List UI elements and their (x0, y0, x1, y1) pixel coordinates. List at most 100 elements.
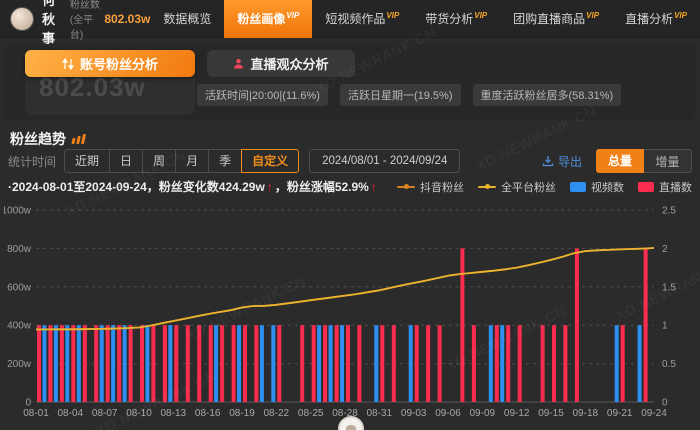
svg-text:08-13: 08-13 (161, 408, 187, 419)
date-range-picker[interactable]: 2024/08/01 - 2024/09/24 (309, 149, 460, 173)
increment-toggle-button[interactable]: 增量 (644, 149, 692, 173)
svg-text:08-22: 08-22 (264, 408, 290, 419)
account-name: 何秋事 (42, 0, 60, 47)
chart-legend: 抖音粉丝 全平台粉丝 视频数 直播数 (397, 179, 692, 195)
svg-text:09-12: 09-12 (504, 408, 530, 419)
live-audience-icon (233, 58, 244, 69)
nav-item-1[interactable]: 粉丝画像VIP (224, 0, 312, 38)
svg-text:08-10: 08-10 (126, 408, 152, 419)
time-range-label: 统计时间 (8, 153, 56, 170)
period-button-1[interactable]: 日 (109, 149, 143, 173)
period-button-3[interactable]: 月 (175, 149, 209, 173)
vip-badge: VIP (474, 11, 487, 20)
summary-separator: ， (275, 178, 287, 195)
fans-trend-chart: 1000w800w600w400w200w02.521.510.5008-010… (4, 196, 696, 430)
svg-text:08-16: 08-16 (195, 408, 221, 419)
svg-text:1: 1 (662, 321, 668, 332)
svg-text:0: 0 (662, 398, 668, 409)
vip-badge: VIP (674, 11, 687, 20)
nav-item-3[interactable]: 带货分析VIP (412, 0, 500, 38)
legend-line-swatch (478, 186, 496, 188)
total-increment-toggle: 总量 增量 (596, 149, 692, 173)
download-icon (542, 155, 554, 167)
legend-bar-swatch (570, 182, 586, 192)
tab-live-audience-analysis[interactable]: 直播观众分析 (207, 50, 355, 77)
svg-text:09-03: 09-03 (401, 408, 427, 419)
svg-text:1000w: 1000w (4, 206, 32, 217)
total-toggle-button[interactable]: 总量 (596, 149, 644, 173)
svg-text:0: 0 (25, 398, 31, 409)
svg-text:08-31: 08-31 (367, 408, 393, 419)
svg-text:08-01: 08-01 (23, 408, 49, 419)
legend-label: 视频数 (591, 179, 624, 195)
svg-text:200w: 200w (7, 359, 32, 370)
svg-text:08-07: 08-07 (92, 408, 118, 419)
legend-label: 抖音粉丝 (420, 179, 464, 195)
period-button-5[interactable]: 自定义 (241, 149, 299, 173)
summary-change: 粉丝变化数424.29w (159, 178, 265, 195)
legend-line-swatch (397, 186, 415, 188)
legend-item-1[interactable]: 全平台粉丝 (478, 179, 556, 195)
legend-label: 全平台粉丝 (501, 179, 556, 195)
legend-item-0[interactable]: 抖音粉丝 (397, 179, 464, 195)
export-label: 导出 (558, 153, 582, 170)
vip-badge: VIP (286, 11, 299, 20)
svg-text:2: 2 (662, 244, 668, 255)
svg-text:09-15: 09-15 (538, 408, 564, 419)
nav-item-0[interactable]: 数据概览 (150, 0, 224, 38)
y-axis-right-labels: 2.5 2 1.5 1 0.5 0 (662, 206, 676, 409)
export-button[interactable]: 导出 (542, 153, 582, 170)
account-avatar[interactable] (10, 7, 34, 31)
fan-analysis-icon (62, 58, 74, 70)
period-button-0[interactable]: 近期 (64, 149, 110, 173)
trend-summary: ·2024-08-01至2024-09-24， 粉丝变化数424.29w ↑ ，… (8, 178, 379, 195)
svg-text:2.5: 2.5 (662, 206, 676, 217)
svg-text:08-25: 08-25 (298, 408, 324, 419)
svg-text:1.5: 1.5 (662, 282, 676, 293)
activity-badge-0: 活跃时间|20:00|(11.6%) (197, 84, 328, 106)
summary-rate: 粉丝涨幅52.9% (287, 178, 369, 195)
legend-bar-swatch (638, 182, 654, 192)
all-platform-fans-line (36, 248, 654, 330)
vip-badge: VIP (586, 11, 599, 20)
svg-text:0.5: 0.5 (662, 359, 676, 370)
svg-text:400w: 400w (7, 321, 32, 332)
summary-range: ·2024-08-01至2024-09-24， (8, 178, 159, 195)
trend-hot-icon (72, 134, 85, 144)
tab-account-fans-label: 账号粉丝分析 (80, 54, 158, 73)
vip-badge: VIP (386, 11, 399, 20)
main-nav: 数据概览粉丝画像VIP短视频作品VIP带货分析VIP团购直播商品VIP直播分析V… (150, 0, 700, 38)
legend-label: 直播数 (659, 179, 692, 195)
svg-text:800w: 800w (7, 244, 32, 255)
trend-controls: 统计时间 近期日周月季自定义 2024/08/01 - 2024/09/24 导… (8, 148, 692, 174)
svg-text:09-06: 09-06 (435, 408, 461, 419)
svg-text:09-09: 09-09 (470, 408, 496, 419)
svg-text:09-24: 09-24 (641, 408, 667, 419)
douyin-fans-line (36, 248, 654, 330)
svg-text:600w: 600w (7, 282, 32, 293)
period-button-2[interactable]: 周 (142, 149, 176, 173)
svg-text:08-04: 08-04 (58, 408, 84, 419)
svg-text:08-19: 08-19 (229, 408, 255, 419)
top-nav-bar: 何秋事 粉丝数(全平台) 802.03w 数据概览粉丝画像VIP短视频作品VIP… (0, 0, 700, 38)
up-arrow-icon: ↑ (267, 180, 273, 194)
nav-item-5[interactable]: 直播分析VIP (612, 0, 700, 38)
svg-text:09-21: 09-21 (607, 408, 633, 419)
tab-live-audience-label: 直播观众分析 (250, 54, 328, 73)
fans-total-label: 粉丝数(全平台) (70, 0, 100, 41)
legend-item-3[interactable]: 直播数 (638, 179, 692, 195)
activity-badge-1: 活跃日星期一(19.5%) (340, 84, 461, 106)
fans-total-value: 802.03w (104, 12, 150, 26)
period-button-group: 近期日周月季自定义 (64, 149, 299, 173)
nav-item-4[interactable]: 团购直播商品VIP (500, 0, 612, 38)
period-button-4[interactable]: 季 (208, 149, 242, 173)
activity-badge-2: 重度活跃粉丝居多(58.31%) (473, 84, 622, 106)
legend-item-2[interactable]: 视频数 (570, 179, 624, 195)
activity-row: 活跃情况 活跃时间|20:00|(11.6%)活跃日星期一(19.5%)重度活跃… (137, 84, 621, 106)
svg-text:09-18: 09-18 (573, 408, 599, 419)
fans-trend-title: 粉丝趋势 (10, 129, 66, 149)
tab-account-fans-analysis[interactable]: 账号粉丝分析 (25, 50, 195, 77)
up-arrow-icon: ↑ (371, 180, 377, 194)
y-axis-left-labels: 1000w 800w 600w 400w 200w 0 (4, 206, 32, 409)
nav-item-2[interactable]: 短视频作品VIP (312, 0, 412, 38)
